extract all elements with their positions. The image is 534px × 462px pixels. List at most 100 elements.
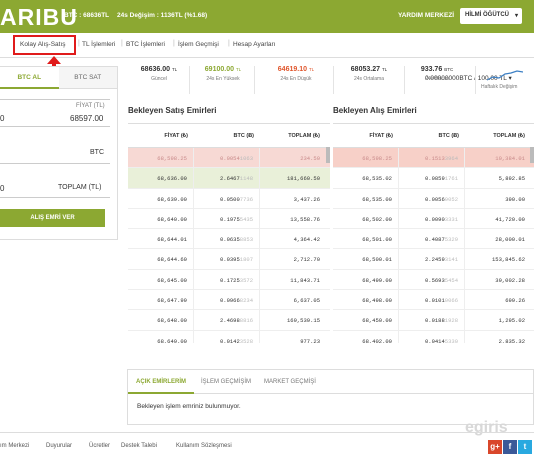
col-total: TOPLAM (₺) [493, 133, 525, 139]
total-cell-value: 169,539.15 [286, 317, 320, 325]
price-cell-value: 68,535.00 [362, 195, 392, 203]
table-row[interactable]: 68,647.99 0.09668234 6,637.05 [128, 290, 330, 311]
help-center-link[interactable]: YARDIM MERKEZİ [398, 12, 454, 19]
total-cell-value: 4,364.42 [293, 236, 320, 244]
btc-cell-value: 0.0054 [219, 155, 240, 162]
tab-buy[interactable]: BTC AL [0, 67, 59, 89]
total-cell: 234.50 [260, 148, 326, 167]
price-cell: 68,535.00 [333, 188, 399, 208]
footer-support[interactable]: Destek Talebi [121, 443, 157, 449]
total-cell: 977.23 [260, 331, 326, 343]
col-price: FİYAT (₺) [164, 133, 188, 139]
price-cell: 68,598.25 [128, 148, 194, 168]
btc-cell-extra-digits: 3331 [444, 215, 458, 223]
total-cell: 3,437.26 [260, 189, 326, 208]
tab-open-orders[interactable]: AÇIK EMİRLERİM [136, 379, 186, 385]
table-row[interactable]: 68,645.00 0.17253572 11,843.71 [128, 269, 330, 291]
table-row[interactable]: 68,649.00 0.01423528 977.23 [128, 330, 330, 343]
price-cell-value: 68,649.00 [157, 337, 187, 343]
table-row[interactable]: 68,639.00 0.05007736 3,437.26 [128, 188, 330, 209]
tab-sell[interactable]: BTC SAT [58, 67, 117, 89]
price-prefix: 0 [0, 114, 5, 123]
table-row[interactable]: 68,636.00 2.64671148 181,660.50 [128, 168, 330, 189]
table-row[interactable]: 68,644.01 0.06358853 4,364.42 [128, 229, 330, 250]
btc-cell-extra-digits: 1928 [444, 317, 458, 325]
btc-cell-value: 0.0142 [219, 337, 240, 343]
nav-tl-transactions[interactable]: TL İşlemleri [82, 41, 115, 48]
btc-cell-value: 0.0635 [219, 236, 240, 244]
highlight-box [13, 35, 76, 55]
total-cell-value: 153,845.62 [491, 256, 525, 264]
table-row[interactable]: 68,501.00 0.40875329 28,000.01 [333, 229, 534, 250]
buy-scrollbar[interactable] [530, 147, 534, 163]
google-plus-icon[interactable]: g+ [488, 440, 502, 454]
btc-cell-extra-digits: 8234 [239, 297, 253, 305]
btc-cell: 0.05007736 [194, 188, 260, 208]
order-form: BTC AL BTC SAT FİYAT (TL) 0 68597.00 BTC… [0, 66, 118, 240]
table-row[interactable]: 68,450.00 0.01881928 1,295.02 [333, 310, 534, 331]
total-cell-value: 3,437.26 [293, 195, 320, 203]
stat-value: 69100.00 TL [204, 66, 242, 73]
daily-change: 24s Değişim : 1136TL (%1.68) [116, 12, 208, 19]
table-row[interactable]: 68,498.00 0.01010066 699.26 [333, 290, 534, 311]
nav-btc-transactions[interactable]: BTC İşlemleri [126, 41, 165, 48]
col-total: TOPLAM (₺) [288, 133, 320, 139]
twitter-icon[interactable]: t [518, 440, 532, 454]
table-row[interactable]: 68,648.00 2.46988816 169,539.15 [128, 310, 330, 331]
tab-market-history[interactable]: MARKET GEÇMİŞİ [264, 379, 316, 385]
total-cell-value: 6,637.05 [293, 297, 320, 305]
total-cell-value: 390.00 [505, 195, 525, 203]
tab-my-history[interactable]: İŞLEM GEÇMİŞİM [201, 379, 251, 385]
total-input[interactable]: TOPLAM (TL) [58, 184, 101, 191]
price-cell-value: 68,639.00 [157, 195, 187, 203]
btc-cell: 0.01881928 [399, 310, 465, 330]
nav-history[interactable]: İşlem Geçmişi [178, 41, 219, 48]
total-cell: 699.26 [465, 290, 531, 309]
price-cell: 68,649.00 [128, 330, 194, 343]
divider [0, 163, 110, 164]
btc-amount-input[interactable]: BTC [90, 149, 104, 156]
price-input[interactable]: 68597.00 [70, 114, 103, 123]
chevron-down-icon: ▾ [514, 13, 518, 19]
total-cell: 6,637.05 [260, 290, 326, 309]
btc-cell-extra-digits: 5454 [444, 276, 458, 284]
top-bar: ARIBU BTC : 68636TL 24s Değişim : 1136TL… [0, 0, 534, 33]
btc-cell: 0.00569052 [399, 188, 465, 208]
facebook-icon[interactable]: f [503, 440, 517, 454]
buy-order-book: FİYAT (₺) BTC (Ƀ) TOPLAM (₺) 68,598.25 0.… [333, 123, 534, 343]
table-row[interactable]: 68,502.00 0.00903331 41,720.00 [333, 208, 534, 230]
price-cell-value: 68,499.00 [362, 276, 392, 284]
footer-fees[interactable]: Ücretler [89, 443, 110, 449]
total-cell: 2,712.70 [260, 249, 326, 268]
table-row[interactable]: 68,499.00 0.56935454 39,002.28 [333, 269, 534, 291]
total-cell-value: 11,843.71 [290, 276, 320, 284]
table-row[interactable]: 68,500.01 2.24593141 153,845.62 [333, 249, 534, 270]
user-menu[interactable]: HİLMİ ÖĞÜTCÜ ▾ [460, 8, 522, 24]
table-row[interactable]: 68,640.00 0.19755435 13,558.76 [128, 208, 330, 230]
table-row[interactable]: 68,402.00 0.04145330 2,835.32 [333, 330, 534, 343]
btc-cell-value: 0.1725 [219, 276, 240, 284]
table-row[interactable]: 68,598.25 0.15133964 10,384.01 [333, 148, 534, 169]
total-cell-value: 699.26 [505, 297, 525, 305]
footer-terms[interactable]: Kullanım Sözleşmesi [176, 443, 232, 449]
btc-cell-value: 2.4698 [219, 317, 240, 325]
btc-cell-extra-digits: 1148 [239, 175, 253, 183]
table-row[interactable]: 68,535.02 0.08591761 5,892.85 [333, 168, 534, 189]
buy-order-button[interactable]: ALIŞ EMRİ VER [0, 209, 105, 227]
stat-high: 69100.00 TL 24s En Yüksek [193, 66, 253, 82]
footer-help[interactable]: ım Merkezi [0, 443, 29, 449]
table-row[interactable]: 68,644.60 0.03951807 2,712.70 [128, 249, 330, 270]
sell-scrollbar[interactable] [326, 147, 330, 163]
nav-account-settings[interactable]: Hesap Ayarları [233, 41, 276, 48]
table-row[interactable]: 68,598.25 0.00541063 234.50 [128, 148, 330, 169]
col-price: FİYAT (₺) [369, 133, 393, 139]
ticker: BTC : 68636TL 24s Değişim : 1136TL (%1.6… [64, 12, 213, 19]
nav-separator: | [78, 40, 80, 47]
price-cell-value: 68,498.00 [362, 297, 392, 305]
price-cell-value: 68,502.00 [362, 215, 392, 223]
table-row[interactable]: 68,535.00 0.00569052 390.00 [333, 188, 534, 209]
total-cell: 13,558.76 [260, 209, 326, 228]
price-cell-value: 68,535.02 [362, 175, 392, 183]
footer-announcements[interactable]: Duyurular [46, 443, 72, 449]
price-cell-value: 68,500.01 [362, 256, 392, 264]
